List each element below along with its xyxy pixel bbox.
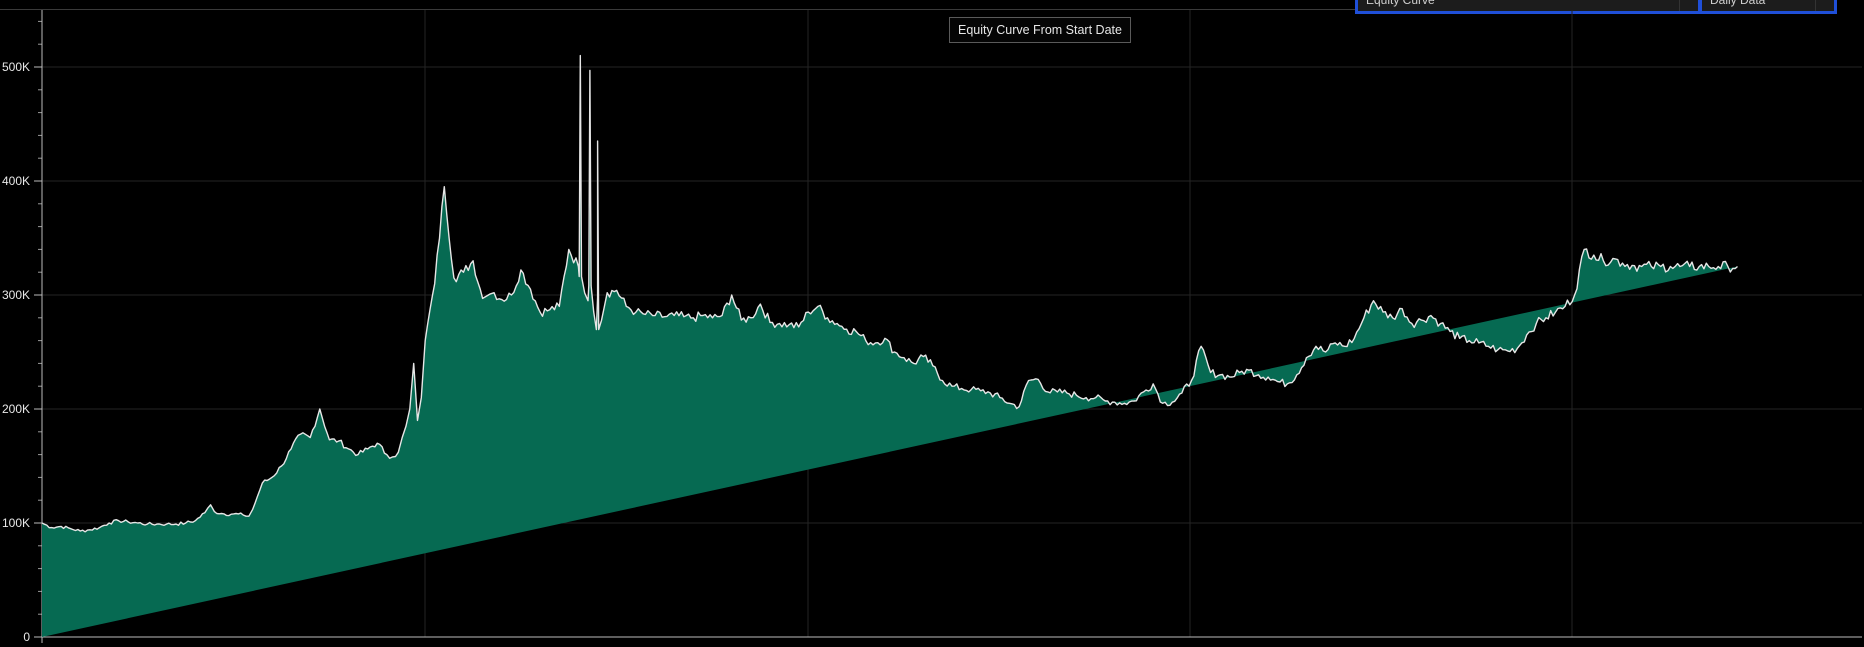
y-tick-label: 200K (2, 402, 30, 416)
chart-title: Equity Curve From Start Date (949, 17, 1131, 43)
equity-series (41, 54, 1738, 638)
equity-chart: 0 100K 200K 300K 400K 500K (2, 10, 1862, 644)
y-tick-label: 400K (2, 174, 30, 188)
y-tick-label: 0 (23, 630, 30, 644)
y-tick-label: 100K (2, 516, 30, 530)
equity-area (42, 55, 1738, 638)
y-tick-label: 300K (2, 288, 30, 302)
y-tick-label: 500K (2, 60, 30, 74)
